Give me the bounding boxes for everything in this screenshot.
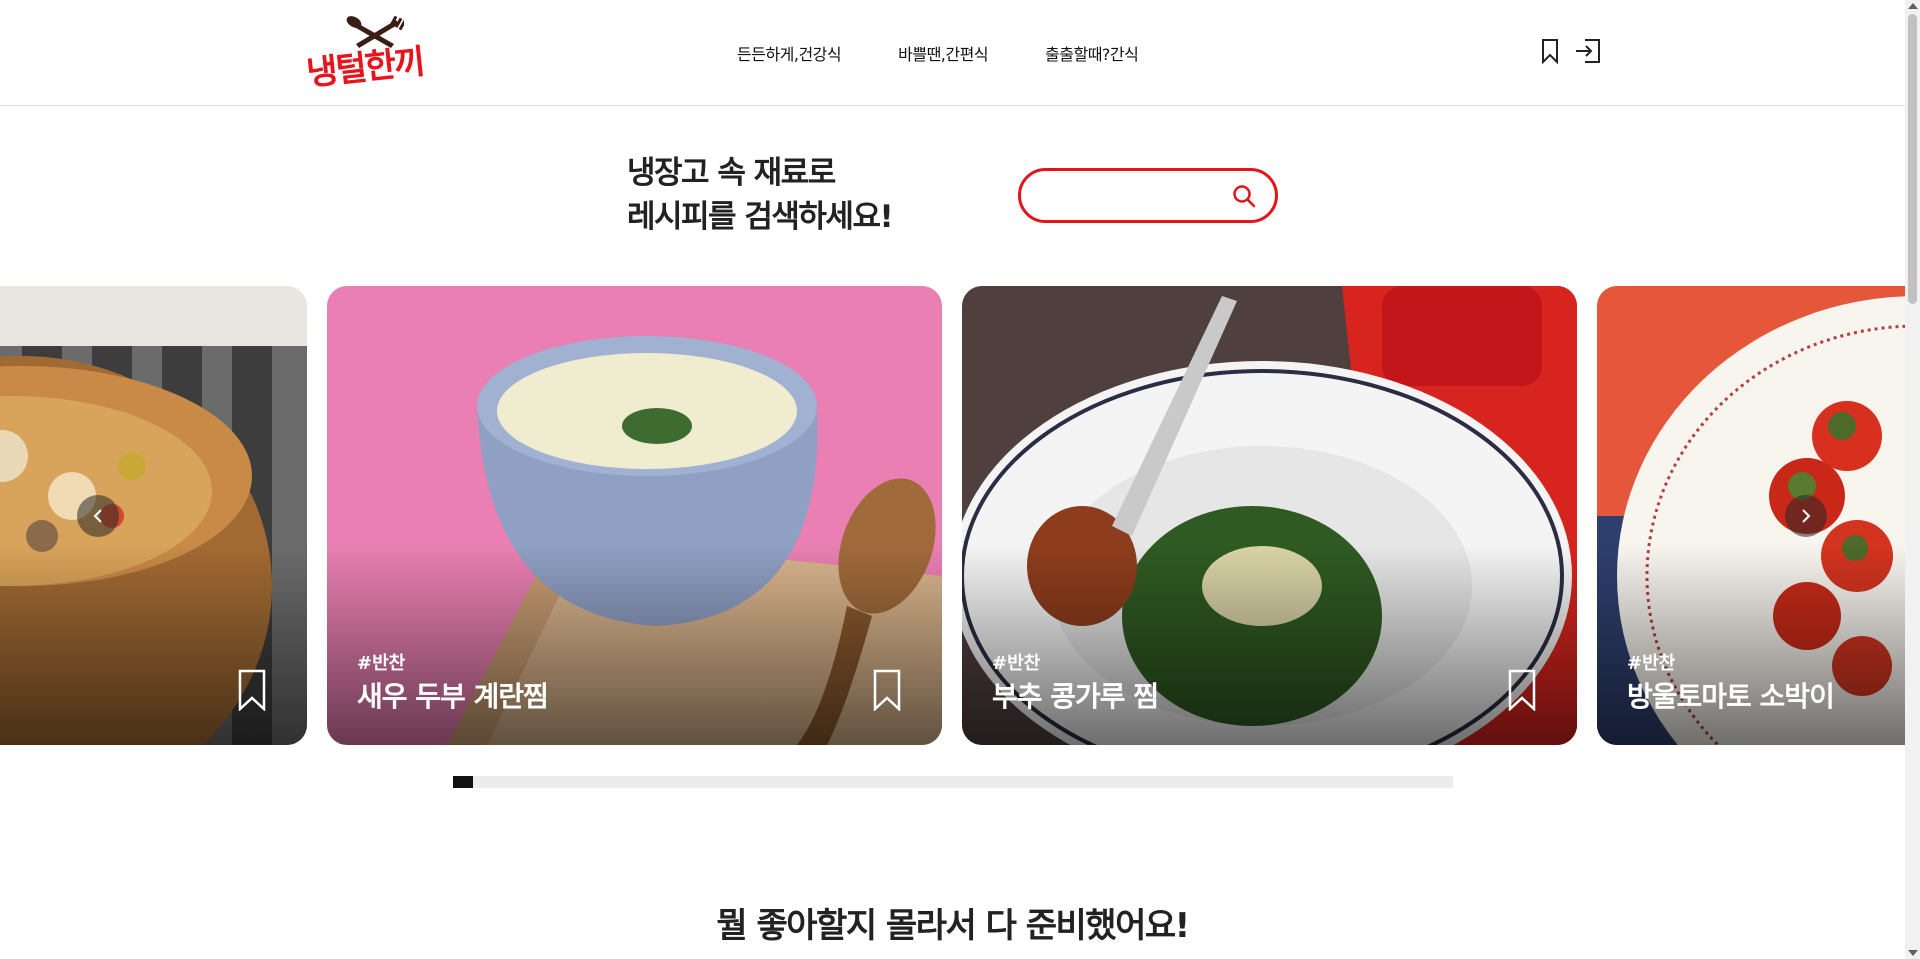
recipe-card[interactable]: #반찬 방울토마토 소박이 (1597, 286, 1920, 745)
card-gradient (1597, 545, 1920, 745)
search-heading-line1: 냉장고 속 재료로 (627, 155, 836, 191)
carousel-next-button[interactable] (1785, 495, 1827, 537)
recipe-card[interactable] (0, 286, 307, 745)
search-icon[interactable] (1231, 183, 1257, 209)
scroll-down-arrow[interactable] (1908, 950, 1918, 956)
recipe-tag: #반찬 (992, 653, 1041, 674)
logo-text: 냉털한끼 (304, 41, 426, 94)
carousel-prev-button[interactable] (77, 495, 119, 537)
search-heading-line2: 레시피를 검색하세요! (627, 199, 894, 235)
scroll-up-arrow[interactable] (1908, 3, 1918, 9)
chevron-left-icon (93, 509, 102, 523)
nav-item-quick[interactable]: 바쁠땐,간편식 (898, 41, 988, 65)
main-nav: 든든하게,건강식 바쁠땐,간편식 출출할때?간식 (737, 41, 1195, 65)
scroll-thumb[interactable] (1908, 14, 1917, 304)
scrollbar[interactable] (1905, 0, 1920, 959)
nav-item-snack[interactable]: 출출할때?간식 (1045, 41, 1139, 65)
bookmark-icon[interactable] (872, 669, 902, 711)
card-gradient (327, 545, 942, 745)
carousel-progress-fill (453, 776, 473, 788)
recipe-tag: #반찬 (1627, 653, 1676, 674)
card-gradient (962, 545, 1577, 745)
search-input[interactable] (1041, 183, 1221, 209)
recipe-card[interactable]: #반찬 부추 콩가루 찜 (962, 286, 1577, 745)
carousel-progress[interactable] (453, 776, 1453, 788)
bookmark-icon[interactable] (1540, 38, 1560, 64)
site-header: 냉털한끼 든든하게,건강식 바쁠땐,간편식 출출할때?간식 (0, 0, 1905, 106)
card-gradient (0, 545, 307, 745)
recipe-title: 방울토마토 소박이 (1627, 680, 1835, 713)
page: 냉털한끼 든든하게,건강식 바쁠땐,간편식 출출할때?간식 냉장고 속 재료로 … (0, 0, 1920, 959)
section-title: 뭘 좋아할지 몰라서 다 준비했어요! (716, 906, 1190, 946)
bookmark-icon[interactable] (1507, 669, 1537, 711)
recipe-title: 부추 콩가루 찜 (992, 680, 1159, 713)
recipe-title: 새우 두부 계란찜 (357, 680, 549, 713)
nav-item-healthy[interactable]: 든든하게,건강식 (737, 41, 842, 65)
login-icon[interactable] (1574, 37, 1602, 65)
logo[interactable]: 냉털한끼 (305, 16, 446, 94)
search-box (1018, 168, 1278, 223)
recipe-card[interactable]: #반찬 새우 두부 계란찜 (327, 286, 942, 745)
search-heading: 냉장고 속 재료로 레시피를 검색하세요! (627, 151, 894, 239)
bookmark-icon[interactable] (237, 669, 267, 711)
recipe-tag: #반찬 (357, 653, 406, 674)
chevron-right-icon (1802, 509, 1811, 523)
